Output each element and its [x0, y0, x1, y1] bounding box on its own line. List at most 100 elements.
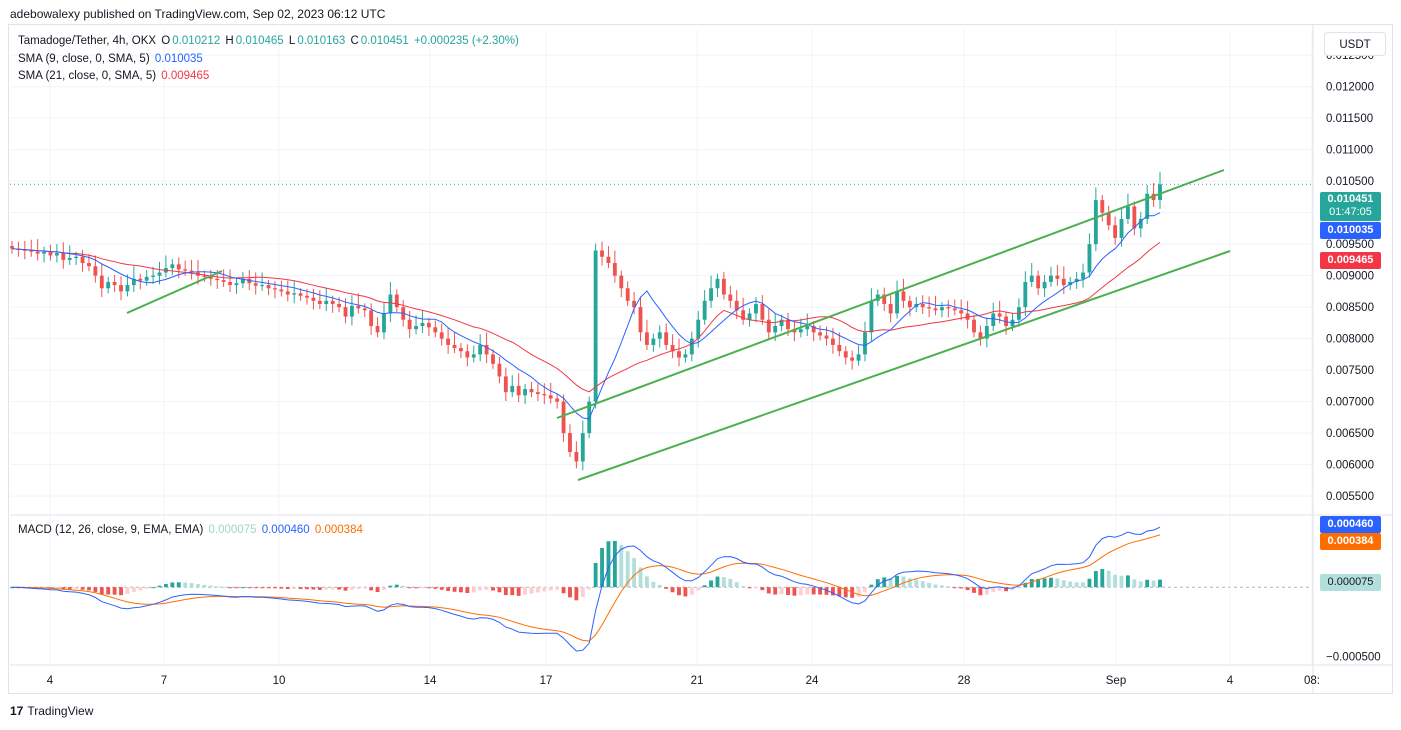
candle-body: [760, 303, 765, 320]
macd-histogram-bar: [568, 587, 572, 598]
price-tick-label: 0.011500: [1326, 113, 1373, 125]
candle-body: [946, 307, 951, 309]
macd-histogram-bar: [80, 587, 85, 590]
macd-histogram-bar: [715, 576, 720, 588]
high-label: H: [225, 35, 234, 47]
macd-histogram-bar: [863, 587, 867, 593]
candle-body: [625, 288, 630, 301]
currency-button[interactable]: USDT: [1324, 32, 1386, 56]
candle-body: [407, 319, 412, 330]
candle-body: [1132, 206, 1137, 229]
candle-body: [593, 250, 598, 402]
candle-body: [901, 291, 906, 301]
price-tick-label: 0.009500: [1326, 239, 1374, 251]
macd-histogram-bar: [324, 587, 329, 590]
macd-legend[interactable]: MACD (12, 26, close, 9, EMA, EMA) 0.0000…: [18, 524, 365, 536]
sma9-line: [11, 212, 1161, 420]
macd-histogram-bar: [170, 582, 175, 588]
candle-body: [394, 294, 399, 308]
macd-histogram-bar: [1126, 575, 1130, 588]
macd-histogram-bar: [106, 587, 111, 595]
candle-body: [330, 300, 335, 304]
candle-body: [689, 338, 694, 355]
time-tick-label: 24: [806, 675, 819, 687]
macd-histogram-bar: [907, 578, 912, 588]
candle-body: [824, 335, 829, 339]
price-tick-label: 0.009000: [1326, 271, 1374, 283]
candle-body: [362, 308, 367, 311]
sma9-tag: 0.010035: [1320, 222, 1381, 239]
macd-histogram-bar: [491, 587, 495, 591]
close-value: 0.010451: [360, 35, 409, 47]
candle-body: [80, 256, 85, 264]
sma9-legend[interactable]: SMA (9, close, 0, SMA, 5) 0.010035: [18, 53, 205, 65]
candle-body: [311, 297, 316, 301]
candle-body: [818, 332, 823, 336]
macd-histogram-bar: [446, 587, 451, 591]
macd-histogram-bar: [510, 587, 515, 596]
price-tick-label: 0.006500: [1326, 428, 1374, 440]
candle-body: [574, 452, 579, 462]
candle-body: [869, 300, 874, 333]
macd-histogram-bar: [869, 584, 874, 588]
candle-body: [106, 281, 111, 289]
candle-body: [183, 269, 188, 271]
macd-histogram-bar: [632, 558, 637, 588]
candle-body: [388, 294, 393, 314]
macd-histogram-bar: [997, 587, 1002, 591]
chart-canvas[interactable]: 0.0125000.0120000.0115000.0110000.010500…: [0, 0, 1401, 730]
macd-histogram-bar: [728, 579, 733, 588]
symbol-name: Tamadoge/Tether, 4h, OKX: [18, 35, 157, 47]
macd-signal-value: 0.000384: [314, 524, 363, 536]
candle-body: [1055, 275, 1060, 279]
candle-body: [927, 307, 932, 309]
macd-histogram-bar: [298, 587, 303, 590]
time-tick-label: 10: [273, 675, 286, 687]
candle-body: [542, 394, 547, 396]
candle-body: [1119, 218, 1124, 238]
candle-body: [279, 289, 284, 292]
macd-histogram-bar: [1068, 581, 1073, 588]
macd-histogram-bar: [388, 585, 393, 588]
time-tick-label: 14: [424, 675, 437, 687]
macd-histogram-bar: [196, 583, 200, 588]
candle-body: [10, 246, 14, 249]
macd-histogram-bar: [798, 587, 803, 596]
candle-body: [798, 329, 803, 333]
candle-body: [728, 294, 733, 301]
low-label: L: [288, 35, 296, 47]
footer-brand[interactable]: 17 TradingView: [10, 704, 93, 718]
candle-body: [907, 300, 912, 308]
macd-histogram-bar: [670, 587, 675, 593]
macd-histogram-bar: [362, 587, 367, 589]
macd-histogram-bar: [1049, 577, 1053, 588]
macd-histogram-bar: [87, 587, 91, 591]
candle-body: [266, 285, 271, 289]
candle-body: [1029, 275, 1034, 282]
candle-body: [856, 354, 861, 361]
macd-histogram-bar: [471, 587, 476, 593]
sma21-legend[interactable]: SMA (21, close, 0, SMA, 5) 0.009465: [18, 70, 211, 82]
candle-body: [446, 338, 451, 345]
macd-histogram-bar: [805, 587, 810, 595]
macd-histogram-bar: [484, 587, 489, 590]
macd-histogram-bar: [349, 587, 354, 590]
macd-histogram-bar: [138, 587, 143, 591]
candle-body: [42, 251, 46, 254]
macd-histogram-bar: [465, 587, 470, 594]
macd-histogram-bar: [927, 582, 932, 588]
candle-body: [228, 281, 232, 286]
candle-body: [426, 322, 431, 328]
candle-body: [356, 305, 361, 309]
candle-body: [478, 344, 483, 355]
candle-body: [459, 348, 463, 352]
symbol-legend: Tamadoge/Tether, 4h, OKX O 0.010212 H 0.01…: [18, 35, 521, 47]
macd-histogram-bar: [407, 587, 412, 589]
close-label: C: [350, 35, 359, 47]
price-tick-label: 0.005500: [1326, 491, 1374, 503]
sma21-value: 0.009465: [161, 70, 210, 82]
macd-histogram-bar: [721, 577, 726, 588]
macd-histogram-bar: [1074, 582, 1079, 588]
candle-body: [863, 332, 867, 355]
macd-histogram-bar: [144, 587, 149, 589]
